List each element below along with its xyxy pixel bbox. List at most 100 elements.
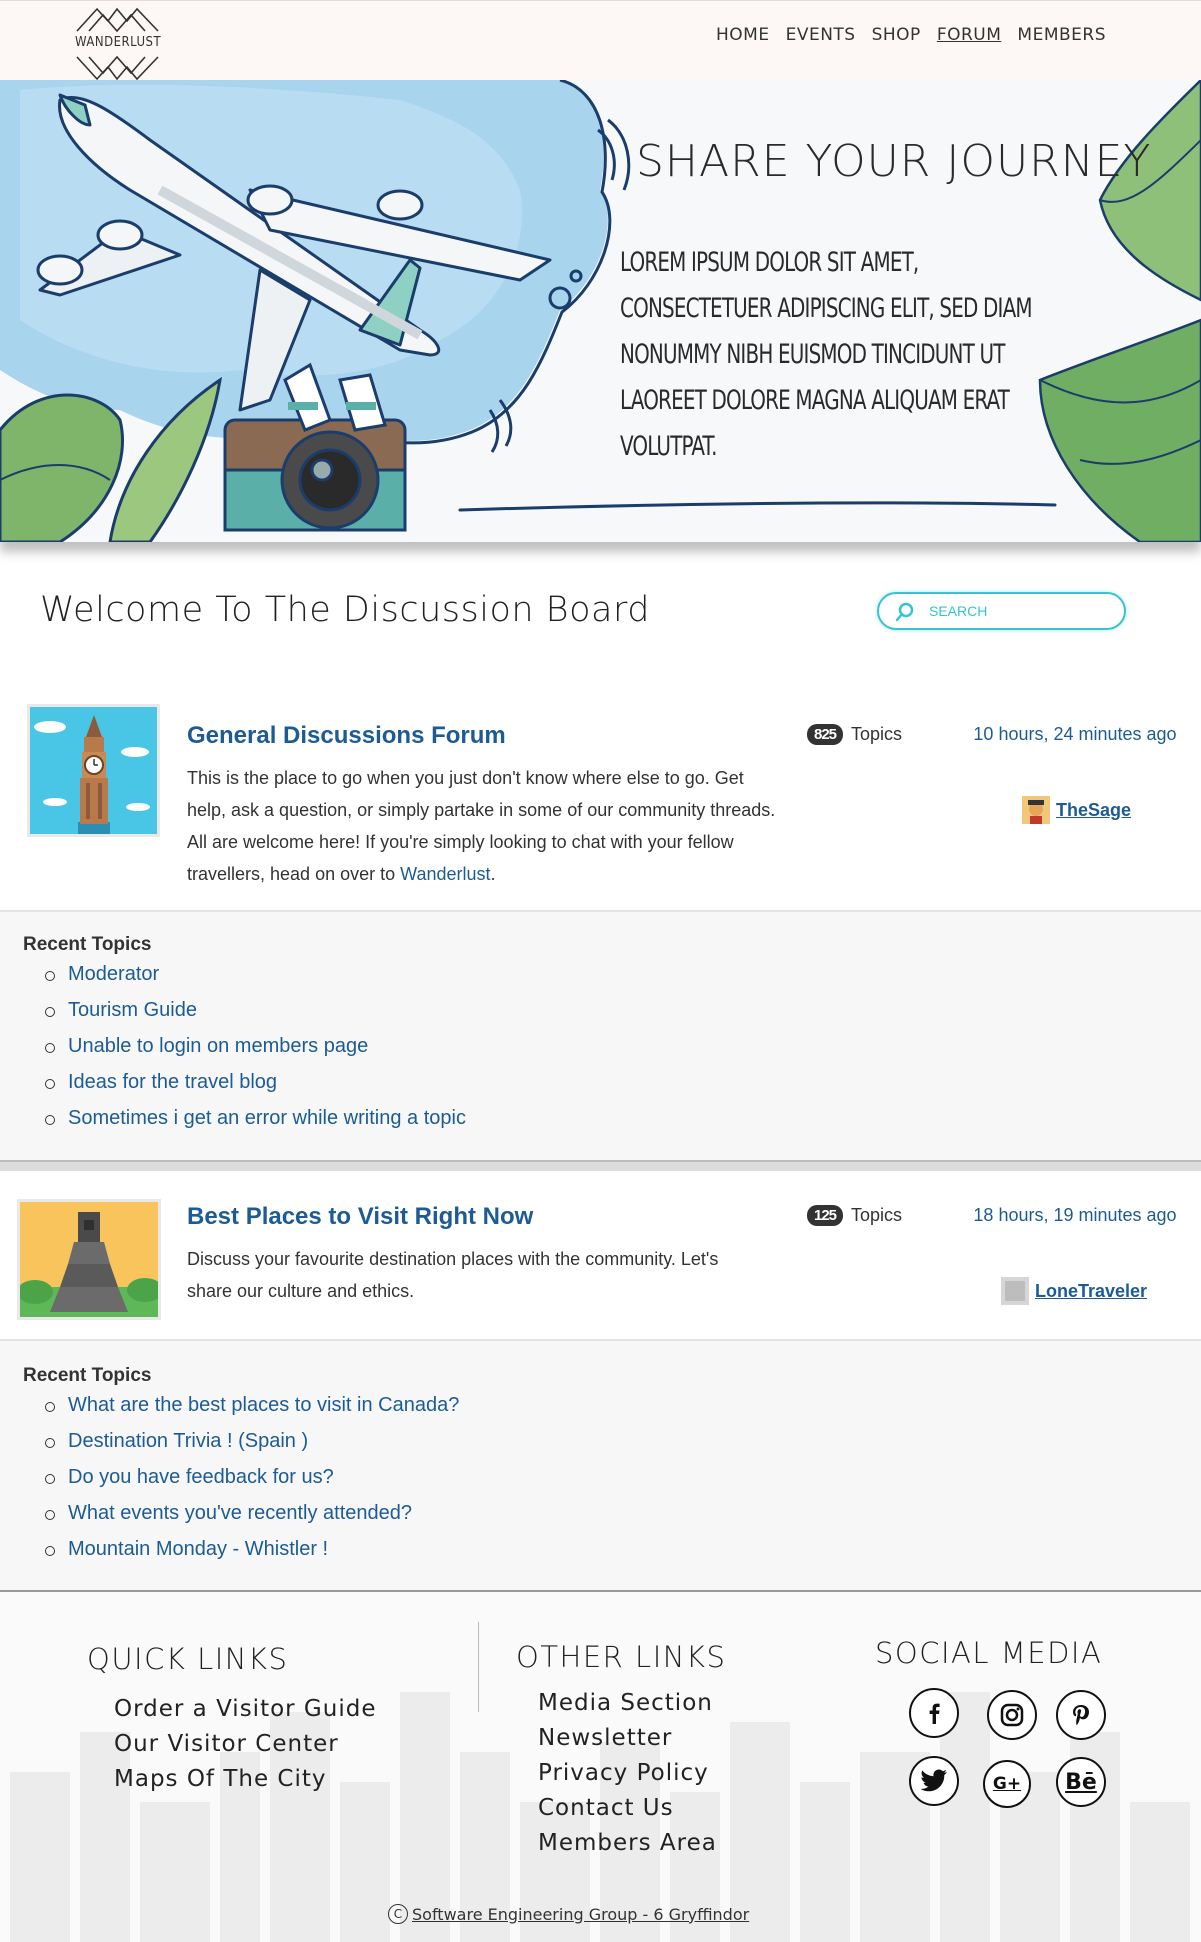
- topic-count-badge: 825: [807, 724, 844, 745]
- nav-shop[interactable]: SHOP: [872, 25, 921, 45]
- forum-general-discussions: General Discussions Forum This is the pl…: [0, 690, 1201, 910]
- topic-count: 825 Topics: [807, 724, 902, 745]
- list-item: Tourism Guide: [45, 992, 466, 1028]
- user-avatar-icon: [1001, 1277, 1029, 1305]
- footer-link[interactable]: Newsletter: [538, 1725, 672, 1751]
- facebook-glyph: [929, 1703, 940, 1724]
- wanderlust-logo[interactable]: WANDERLUST: [75, 5, 162, 81]
- other-links-list: Media Section Newsletter Privacy Policy …: [538, 1686, 717, 1861]
- footer-link[interactable]: Members Area: [538, 1830, 717, 1856]
- list-item: Order a Visitor Guide: [114, 1692, 376, 1727]
- footer-link[interactable]: Media Section: [538, 1690, 713, 1716]
- hero-banner: SHARE YOUR JOURNEY Lorem ipsum dolor sit…: [0, 80, 1201, 542]
- topic-link[interactable]: Unable to login on members page: [68, 1035, 368, 1057]
- instagram-glyph: [1000, 1703, 1024, 1727]
- forum-description-end: .: [490, 864, 496, 884]
- search-icon: [895, 602, 914, 622]
- forum-best-places: Best Places to Visit Right Now Discuss y…: [0, 1171, 1201, 1339]
- forum-thumbnail[interactable]: [17, 1199, 161, 1320]
- instagram-icon[interactable]: [987, 1690, 1037, 1740]
- footer-separator: [478, 1622, 479, 1712]
- topic-link[interactable]: Destination Trivia ! (Spain ): [68, 1430, 308, 1452]
- list-item: Mountain Monday - Whistler !: [44, 1531, 459, 1567]
- topic-link[interactable]: Do you have feedback for us?: [68, 1466, 334, 1488]
- last-post-time: 18 hours, 19 minutes ago: [973, 1205, 1177, 1225]
- pinterest-icon[interactable]: [1056, 1690, 1106, 1740]
- temple-icon: [20, 1202, 158, 1317]
- topic-link[interactable]: Tourism Guide: [68, 999, 197, 1021]
- list-item: What are the best places to visit in Can…: [44, 1387, 459, 1423]
- list-item: Newsletter: [538, 1721, 717, 1756]
- list-item: Sometimes i get an error while writing a…: [45, 1100, 466, 1136]
- twitter-glyph: [920, 1769, 947, 1792]
- list-item: What events you've recently attended?: [44, 1495, 459, 1531]
- list-item: Contact Us: [538, 1791, 717, 1826]
- list-item: Media Section: [538, 1686, 717, 1721]
- user-avatar-icon: [1022, 796, 1050, 824]
- footer-link[interactable]: Order a Visitor Guide: [114, 1696, 376, 1722]
- last-post-user[interactable]: LoneTraveler: [1001, 1277, 1147, 1305]
- wanderlust-link[interactable]: Wanderlust: [400, 864, 490, 884]
- recent-topics-title: Recent Topics: [23, 1365, 152, 1386]
- topic-count: 125 Topics: [807, 1205, 902, 1226]
- copyright-link[interactable]: Software Engineering Group - 6 Gryffindo…: [412, 1905, 749, 1924]
- list-item: Moderator: [45, 956, 466, 992]
- google-plus-icon[interactable]: G+: [983, 1760, 1031, 1808]
- main-menu: HOME EVENTS SHOP FORUM MEMBERS: [716, 25, 1106, 45]
- footer-link[interactable]: Privacy Policy: [538, 1760, 709, 1786]
- topics-label: Topics: [851, 1205, 903, 1225]
- topic-link[interactable]: Ideas for the travel blog: [68, 1071, 277, 1093]
- forum-description: This is the place to go when you just do…: [187, 762, 777, 890]
- recent-topics-list: Moderator Tourism Guide Unable to login …: [45, 956, 466, 1136]
- last-post-username[interactable]: LoneTraveler: [1035, 1281, 1147, 1302]
- topics-label: Topics: [851, 724, 903, 744]
- footer-link[interactable]: Maps Of The City: [114, 1766, 327, 1792]
- hero-text: Lorem ipsum dolor sit amet, consectetuer…: [620, 247, 1033, 462]
- list-item: Unable to login on members page: [45, 1028, 466, 1064]
- last-post-username[interactable]: TheSage: [1056, 800, 1131, 821]
- logo-text: WANDERLUST: [75, 35, 162, 50]
- topic-link[interactable]: Sometimes i get an error while writing a…: [68, 1107, 466, 1129]
- last-post-user[interactable]: TheSage: [1022, 796, 1131, 824]
- nav-members[interactable]: MEMBERS: [1017, 25, 1106, 45]
- quick-links-title: QUICK LINKS: [87, 1642, 289, 1676]
- forum-title-link[interactable]: General Discussions Forum: [187, 722, 506, 750]
- list-item: Destination Trivia ! (Spain ): [44, 1423, 459, 1459]
- forum-description: Discuss your favourite destination place…: [187, 1249, 719, 1301]
- list-item: Do you have feedback for us?: [44, 1459, 459, 1495]
- copyright-icon: C: [388, 1904, 408, 1924]
- topic-link[interactable]: Moderator: [68, 963, 159, 985]
- list-item: Members Area: [538, 1826, 717, 1861]
- recent-topics-title: Recent Topics: [23, 934, 152, 955]
- list-item: Privacy Policy: [538, 1756, 717, 1791]
- twitter-icon[interactable]: [909, 1756, 959, 1806]
- facebook-icon[interactable]: [909, 1688, 959, 1738]
- list-item: Ideas for the travel blog: [45, 1064, 466, 1100]
- forum-title-link[interactable]: Best Places to Visit Right Now: [187, 1203, 533, 1231]
- other-links-title: OTHER LINKS: [516, 1640, 727, 1674]
- recent-topics-general: Recent Topics Moderator Tourism Guide Un…: [0, 910, 1201, 1160]
- section-divider: [0, 1160, 1201, 1171]
- list-item: Our Visitor Center: [114, 1727, 376, 1762]
- search-input[interactable]: [929, 603, 1109, 619]
- footer-link[interactable]: Our Visitor Center: [114, 1731, 339, 1757]
- footer-link[interactable]: Contact Us: [538, 1795, 674, 1821]
- nav-home[interactable]: HOME: [716, 25, 770, 45]
- topic-link[interactable]: What events you've recently attended?: [68, 1502, 412, 1524]
- quick-links-list: Order a Visitor Guide Our Visitor Center…: [114, 1692, 376, 1797]
- social-media-title: SOCIAL MEDIA: [875, 1636, 1103, 1670]
- topic-link[interactable]: What are the best places to visit in Can…: [68, 1394, 459, 1416]
- recent-topics-best-places: Recent Topics What are the best places t…: [0, 1339, 1201, 1590]
- topic-link[interactable]: Mountain Monday - Whistler !: [68, 1538, 328, 1560]
- big-ben-icon: [30, 707, 157, 834]
- forum-thumbnail[interactable]: [27, 704, 160, 837]
- top-navigation: WANDERLUST HOME EVENTS SHOP FORUM MEMBER…: [0, 0, 1201, 81]
- search-box[interactable]: [877, 592, 1126, 630]
- nav-forum[interactable]: FORUM: [937, 25, 1002, 45]
- nav-events[interactable]: EVENTS: [786, 25, 856, 45]
- page-title: Welcome To The Discussion Board: [40, 590, 650, 630]
- pinterest-glyph: [1073, 1705, 1089, 1725]
- copyright: C Software Engineering Group - 6 Gryffin…: [388, 1904, 749, 1924]
- list-item: Maps Of The City: [114, 1762, 376, 1797]
- behance-icon[interactable]: Bē: [1056, 1757, 1106, 1807]
